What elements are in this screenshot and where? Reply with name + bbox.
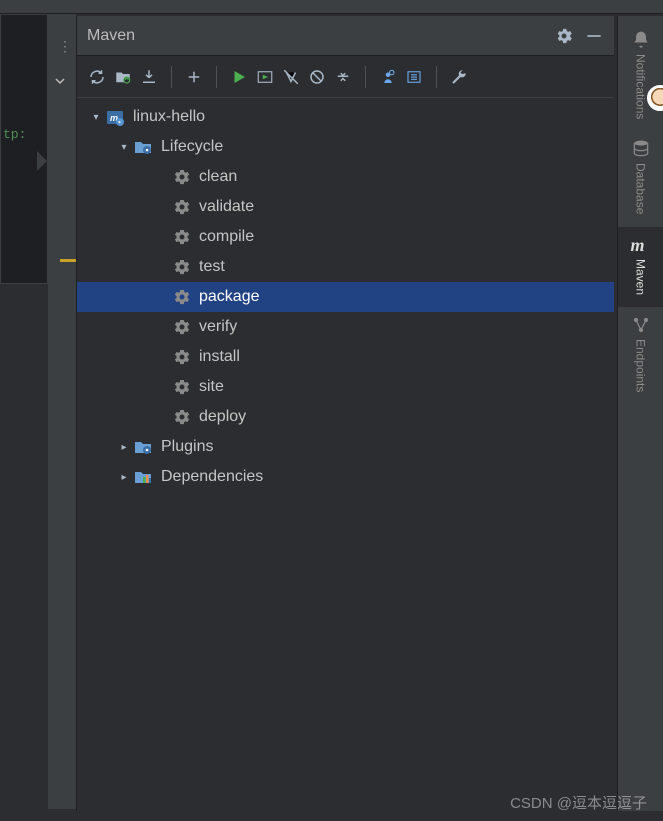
chevron-down-icon[interactable]: ▾ (89, 112, 103, 123)
top-toolbar (0, 0, 663, 14)
separator (216, 66, 217, 88)
tree-goal-site[interactable]: site (77, 372, 614, 402)
database-icon (631, 139, 651, 159)
tree-plugins-node[interactable]: ▸ Plugins (77, 432, 614, 462)
rightbar-label: Endpoints (634, 339, 648, 392)
offline-icon[interactable] (307, 67, 327, 87)
node-label: deploy (199, 408, 246, 426)
minimize-icon[interactable] (584, 26, 604, 46)
tree-goal-deploy[interactable]: deploy (77, 402, 614, 432)
scrollbar[interactable] (60, 434, 68, 804)
gear-icon[interactable] (554, 26, 574, 46)
gear-icon (171, 227, 191, 247)
maven-toolbar (77, 56, 614, 98)
node-label: validate (199, 198, 254, 216)
tree-goal-compile[interactable]: compile (77, 222, 614, 252)
chevron-right-icon[interactable]: ▸ (117, 472, 131, 483)
tree-goal-clean[interactable]: clean (77, 162, 614, 192)
gear-icon (171, 167, 191, 187)
node-label: site (199, 378, 224, 396)
folder-gear-icon (133, 437, 153, 457)
node-label: compile (199, 228, 254, 246)
node-label: linux-hello (133, 108, 205, 126)
collapse-icon[interactable] (333, 67, 353, 87)
editor-fragment: tp: (0, 14, 48, 284)
download-icon[interactable] (139, 67, 159, 87)
dependencies-icon[interactable] (404, 67, 424, 87)
gear-icon (171, 347, 191, 367)
folder-refresh-icon[interactable] (113, 67, 133, 87)
tree-goal-install[interactable]: install (77, 342, 614, 372)
chevron-down-icon[interactable]: ▾ (117, 142, 131, 153)
maven-module-icon: m (105, 107, 125, 127)
node-label: clean (199, 168, 237, 186)
rightbar-endpoints[interactable]: Endpoints (618, 307, 663, 404)
node-label: verify (199, 318, 237, 336)
tree-root-node[interactable]: ▾ m linux-hello (77, 102, 614, 132)
tree-lifecycle-node[interactable]: ▾ Lifecycle (77, 132, 614, 162)
gear-icon (171, 407, 191, 427)
bell-icon (631, 30, 651, 50)
separator (436, 66, 437, 88)
modified-marker (60, 259, 76, 262)
node-label: package (199, 288, 260, 306)
gear-icon (171, 287, 191, 307)
maven-tool-window: Maven ▾ m linux-hello (76, 16, 614, 811)
watermark: CSDN @逗本逗逗子 (510, 792, 647, 813)
tree-goal-verify[interactable]: verify (77, 312, 614, 342)
rightbar-label: Notifications (634, 54, 648, 119)
more-icon[interactable]: ⋮ (58, 38, 71, 55)
wrench-icon[interactable] (449, 67, 469, 87)
rightbar-maven[interactable]: m Maven (618, 227, 663, 307)
tree-goal-test[interactable]: test (77, 252, 614, 282)
rightbar-label: Database (634, 163, 648, 214)
tree-goal-validate[interactable]: validate (77, 192, 614, 222)
rightbar-notifications[interactable]: Notifications (618, 22, 663, 131)
gear-icon (171, 377, 191, 397)
separator (365, 66, 366, 88)
tree-goal-package[interactable]: package (77, 282, 614, 312)
node-label: Plugins (161, 438, 213, 456)
gear-icon (171, 317, 191, 337)
add-icon[interactable] (184, 67, 204, 87)
node-label: Dependencies (161, 468, 263, 486)
panel-title: Maven (87, 27, 544, 45)
separator (171, 66, 172, 88)
tree-dependencies-node[interactable]: ▸ Dependencies (77, 462, 614, 492)
chevron-right-icon[interactable]: ▸ (117, 442, 131, 453)
gear-icon (171, 197, 191, 217)
profiles-icon[interactable] (378, 67, 398, 87)
node-label: install (199, 348, 240, 366)
maven-icon: m (631, 235, 651, 255)
rightbar-label: Maven (634, 259, 648, 295)
panel-header: Maven (77, 16, 614, 56)
node-label: test (199, 258, 225, 276)
run-icon[interactable] (229, 67, 249, 87)
rightbar-database[interactable]: Database (618, 131, 663, 226)
folder-gear-icon (133, 137, 153, 157)
gear-icon (171, 257, 191, 277)
execute-icon[interactable] (255, 67, 275, 87)
node-label: Lifecycle (161, 138, 223, 156)
folder-deps-icon (133, 467, 153, 487)
endpoints-icon (631, 315, 651, 335)
right-toolbar: Notifications Database m Maven Endpoints (617, 16, 663, 811)
maven-tree: ▾ m linux-hello ▾ Lifecycle clean valida… (77, 98, 614, 811)
skip-tests-icon[interactable] (281, 67, 301, 87)
refresh-icon[interactable] (87, 67, 107, 87)
chevron-down-icon[interactable] (54, 74, 66, 90)
editor-text: tp: (3, 127, 26, 142)
